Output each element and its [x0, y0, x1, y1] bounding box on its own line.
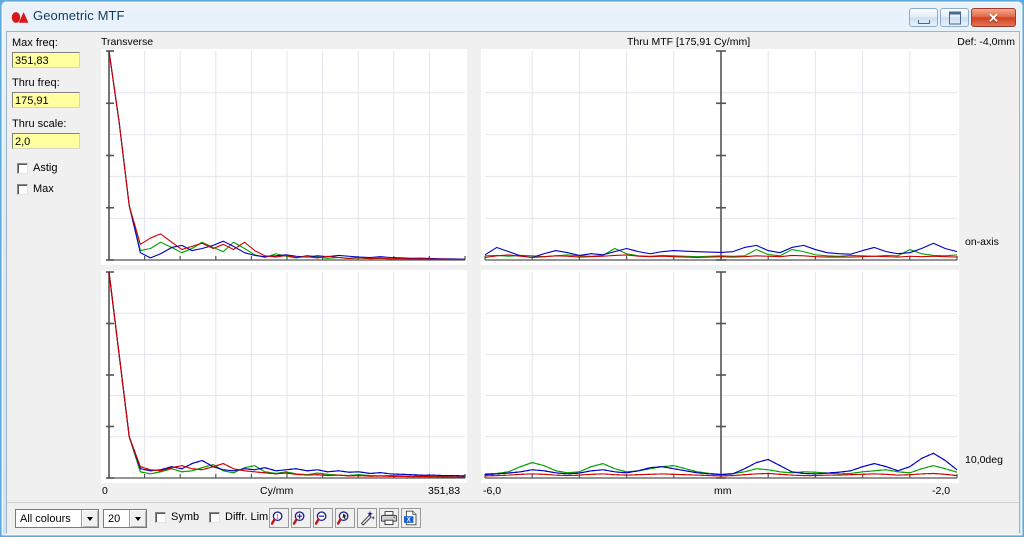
thru-scale-input[interactable]: 2,0: [12, 133, 80, 149]
settings-sidebar: Max freq: 351,83 Thru freq: 175,91 Thru …: [7, 32, 98, 502]
left-x-min-label: 0: [102, 485, 108, 497]
row-label-10deg: 10,0deg: [965, 454, 1003, 466]
astig-label: Astig: [33, 162, 58, 174]
max-label: Max: [33, 183, 54, 195]
printer-icon: [381, 511, 397, 526]
thru-freq-label: Thru freq:: [12, 77, 60, 89]
max-checkbox-row[interactable]: Max: [17, 183, 54, 195]
plot-thru-10deg[interactable]: [481, 270, 959, 483]
diffr-lim-label: Diffr. Lim: [225, 511, 269, 523]
count-select-value: 20: [108, 512, 121, 525]
chevron-down-icon-2: [129, 510, 146, 527]
close-icon: ✕: [988, 10, 999, 25]
settings-button[interactable]: [357, 508, 377, 528]
print-button[interactable]: [379, 508, 399, 528]
excel-icon: X: [404, 510, 417, 526]
symb-label: Symb: [171, 511, 200, 523]
right-x-max-label: -2,0: [932, 485, 951, 497]
colours-select[interactable]: All colours: [15, 509, 99, 528]
plot-thru-on-axis[interactable]: [481, 49, 959, 265]
geometric-mtf-window: Geometric MTF ✕ Max freq: 351,83 Thru fr…: [0, 0, 1024, 537]
bottom-toolbar: All colours 20 Symb Diffr. Lim 1 X: [7, 502, 1019, 534]
zoom-in-button[interactable]: [291, 508, 311, 528]
wand-icon: [360, 511, 375, 526]
zoom-reset-button[interactable]: 1: [269, 508, 289, 528]
row-label-on-axis: on-axis: [965, 236, 999, 248]
close-button[interactable]: ✕: [971, 8, 1016, 27]
title-bar: Geometric MTF ✕: [2, 2, 1022, 32]
thru-freq-input[interactable]: 175,91: [12, 92, 80, 108]
left-plot-title: Transverse: [101, 36, 154, 48]
svg-text:1: 1: [276, 514, 279, 520]
client-area: Max freq: 351,83 Thru freq: 175,91 Thru …: [6, 31, 1020, 534]
symb-checkbox[interactable]: [155, 511, 166, 523]
max-freq-label: Max freq:: [12, 37, 58, 49]
plot-transverse-on-axis[interactable]: [101, 49, 467, 265]
max-freq-input[interactable]: 351,83: [12, 52, 80, 68]
content-pane: Max freq: 351,83 Thru freq: 175,91 Thru …: [7, 32, 1019, 534]
mtf-app-icon: [11, 12, 29, 23]
count-select[interactable]: 20: [103, 509, 147, 528]
plot-region: Transverse Thru MTF [175,91 Cy/mm] Def: …: [97, 32, 1019, 513]
window-frame: Geometric MTF ✕ Max freq: 351,83 Thru fr…: [1, 1, 1023, 536]
thru-scale-label: Thru scale:: [12, 118, 67, 130]
minimize-icon: [917, 19, 930, 24]
maximize-button[interactable]: [940, 8, 969, 27]
zoom-out-button[interactable]: [313, 508, 333, 528]
window-title: Geometric MTF: [33, 8, 125, 23]
left-x-axis-label: Cy/mm: [260, 485, 294, 497]
minimize-button[interactable]: [909, 8, 938, 27]
export-excel-button[interactable]: X: [401, 508, 421, 528]
magnifier-plus-icon: [293, 511, 305, 525]
right-x-min-label: -6,0: [483, 485, 502, 497]
max-checkbox[interactable]: [17, 183, 28, 195]
chevron-down-icon: [81, 510, 98, 527]
maximize-icon: [948, 11, 961, 24]
plot-transverse-10deg[interactable]: [101, 270, 467, 483]
magnifier-pointer-icon: [337, 511, 349, 525]
magnifier-minus-icon: [315, 511, 327, 525]
right-x-axis-label: mm: [714, 485, 732, 497]
astig-checkbox-row[interactable]: Astig: [17, 162, 57, 174]
symb-checkbox-row[interactable]: Symb: [155, 511, 199, 523]
svg-text:X: X: [407, 517, 411, 523]
colours-select-value: All colours: [20, 512, 71, 525]
diffr-lim-checkbox[interactable]: [209, 511, 220, 523]
left-x-max-label: 351,83: [428, 485, 461, 497]
zoom-select-button[interactable]: [335, 508, 355, 528]
window-controls: ✕: [909, 8, 1016, 28]
diffr-lim-checkbox-row[interactable]: Diffr. Lim: [209, 511, 268, 523]
astig-checkbox[interactable]: [17, 162, 28, 174]
magnifier-one-icon: 1: [271, 511, 283, 525]
defocus-label: Def: -4,0mm: [957, 36, 1015, 48]
right-plot-title: Thru MTF [175,91 Cy/mm]: [627, 36, 751, 48]
